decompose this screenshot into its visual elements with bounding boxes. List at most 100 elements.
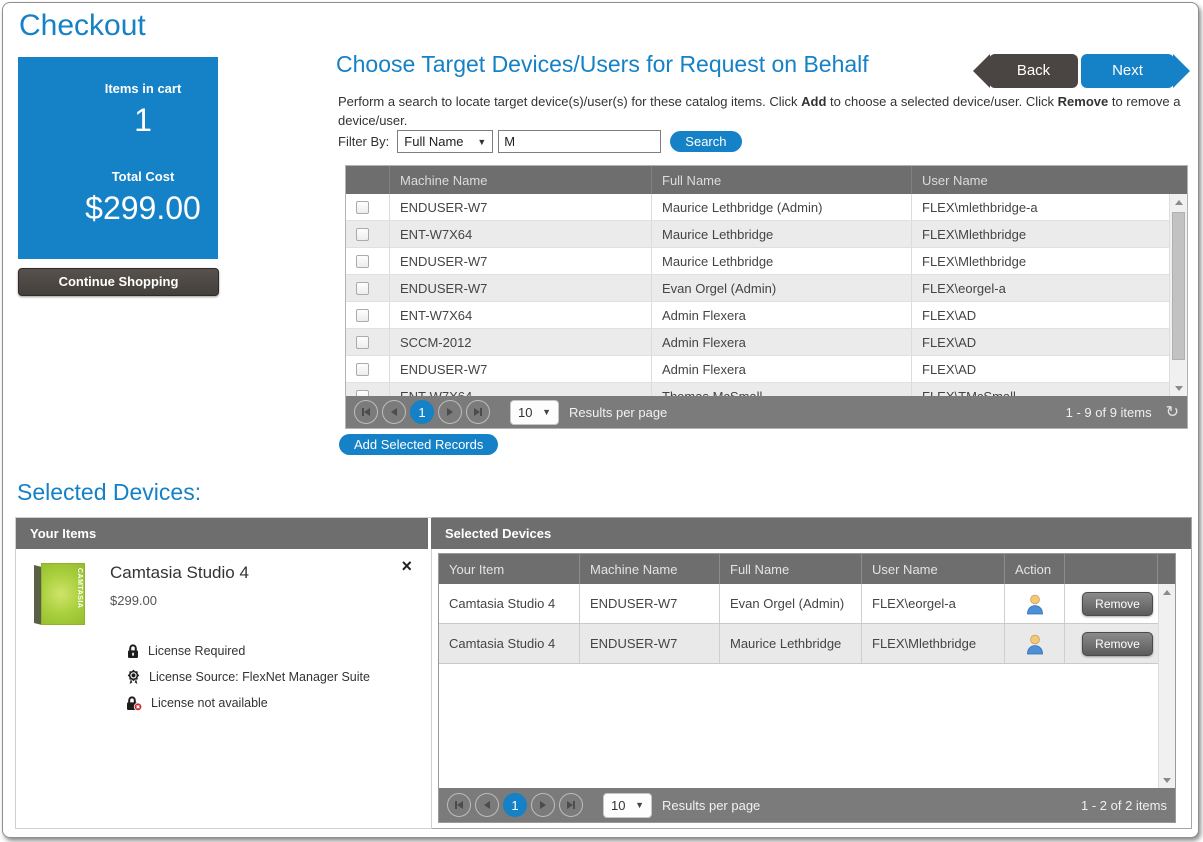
row-checkbox[interactable] xyxy=(356,309,369,322)
search-table-body: ENDUSER-W7 Maurice Lethbridge (Admin) FL… xyxy=(346,194,1187,396)
table-row: ENDUSER-W7 Evan Orgel (Admin) FLEX\eorge… xyxy=(346,275,1171,302)
search-button[interactable]: Search xyxy=(670,131,741,152)
close-icon[interactable]: × xyxy=(401,557,412,575)
search-results-table: Machine Name Full Name User Name ENDUSER… xyxy=(345,165,1188,429)
scroll-up-icon[interactable] xyxy=(1170,194,1187,210)
remove-button[interactable]: Remove xyxy=(1082,592,1153,616)
cell-machine-name: ENDUSER-W7 xyxy=(580,624,720,663)
total-cost-label: Total Cost xyxy=(78,169,208,184)
row-checkbox[interactable] xyxy=(356,390,369,397)
table-row: ENT-W7X64 Admin Flexera FLEX\AD xyxy=(346,302,1171,329)
machine-name-column-header: Machine Name xyxy=(390,166,652,194)
last-page-button[interactable] xyxy=(466,400,490,424)
scroll-up-icon[interactable] xyxy=(1159,584,1175,600)
page-size-select[interactable]: 10 ▼ xyxy=(603,793,652,818)
cell-full-name: Maurice Lethbridge (Admin) xyxy=(652,194,912,220)
vertical-scrollbar[interactable] xyxy=(1169,194,1187,396)
item-name: Camtasia Studio 4 xyxy=(110,563,249,583)
your-items-header: Your Items xyxy=(16,518,428,549)
machine-name-column-header: Machine Name xyxy=(580,554,720,584)
cell-full-name: Admin Flexera xyxy=(652,329,912,355)
row-checkbox[interactable] xyxy=(356,363,369,376)
next-page-button[interactable] xyxy=(531,793,555,817)
filter-field-select[interactable]: Full Name ▼ xyxy=(397,130,493,153)
selected-device-row: Camtasia Studio 4 ENDUSER-W7 Maurice Let… xyxy=(439,624,1160,664)
product-box-label: CAMTASIA xyxy=(76,568,83,608)
filter-by-label: Filter By: xyxy=(338,134,389,149)
cell-full-name: Maurice Lethbridge xyxy=(720,624,862,663)
current-page-button[interactable]: 1 xyxy=(410,400,434,424)
first-page-button[interactable] xyxy=(354,400,378,424)
user-name-column-header: User Name xyxy=(862,554,1005,584)
prev-page-button[interactable] xyxy=(475,793,499,817)
search-table-pager: 1 10 ▼ Results per page 1 - 9 of 9 items… xyxy=(346,396,1187,428)
user-person-icon xyxy=(1025,593,1045,615)
checkout-page: Checkout Items in cart 1 Total Cost $299… xyxy=(2,2,1199,838)
selected-devices-panel: Your Items CAMTASIA Camtasia Studio 4 $2… xyxy=(15,517,1192,829)
cell-user-name: FLEX\eorgel-a xyxy=(912,275,1171,301)
action-column-header: Action xyxy=(1005,554,1065,584)
license-required-label: License Required xyxy=(148,644,245,658)
chevron-down-icon: ▼ xyxy=(542,407,551,417)
instructions-bold-remove: Remove xyxy=(1058,94,1109,109)
your-item-column-header: Your Item xyxy=(439,554,580,584)
items-in-cart-label: Items in cart xyxy=(78,81,208,96)
continue-shopping-button[interactable]: Continue Shopping xyxy=(18,268,219,296)
license-source-label: License Source: FlexNet Manager Suite xyxy=(149,670,370,684)
filter-query-input[interactable] xyxy=(498,130,661,153)
cell-full-name: Maurice Lethbridge xyxy=(652,221,912,247)
chevron-down-icon: ▼ xyxy=(635,800,644,810)
page-size-select[interactable]: 10 ▼ xyxy=(510,400,559,425)
items-in-cart-count: 1 xyxy=(78,102,208,139)
pager-summary: 1 - 2 of 2 items xyxy=(1081,798,1167,813)
next-page-button[interactable] xyxy=(438,400,462,424)
remove-button[interactable]: Remove xyxy=(1082,632,1153,656)
cell-machine-name: ENDUSER-W7 xyxy=(390,248,652,274)
cart-summary-box: Items in cart 1 Total Cost $299.00 xyxy=(18,57,218,259)
cell-your-item: Camtasia Studio 4 xyxy=(439,584,580,623)
table-row: ENDUSER-W7 Admin Flexera FLEX\AD xyxy=(346,356,1171,383)
table-row: ENDUSER-W7 Maurice Lethbridge (Admin) FL… xyxy=(346,194,1171,221)
results-per-page-label: Results per page xyxy=(569,405,667,420)
cell-user-name: FLEX\Mlethbridge xyxy=(862,624,1005,663)
chevron-down-icon: ▼ xyxy=(477,137,486,147)
selected-device-row: Camtasia Studio 4 ENDUSER-W7 Evan Orgel … xyxy=(439,584,1160,624)
current-page-button[interactable]: 1 xyxy=(503,793,527,817)
next-button[interactable]: Next xyxy=(1081,54,1174,88)
add-selected-records-button[interactable]: Add Selected Records xyxy=(339,434,498,455)
filter-bar: Filter By: Full Name ▼ Search xyxy=(338,130,742,153)
back-button[interactable]: Back xyxy=(989,54,1078,88)
cell-machine-name: ENDUSER-W7 xyxy=(390,275,652,301)
remove-column-header xyxy=(1065,554,1158,584)
table-row: SCCM-2012 Admin Flexera FLEX\AD xyxy=(346,329,1171,356)
first-page-button[interactable] xyxy=(447,793,471,817)
selected-devices-pager: 1 10 ▼ Results per page 1 - 2 of 2 items xyxy=(439,788,1175,822)
selected-devices-table: Your Item Machine Name Full Name User Na… xyxy=(438,553,1176,823)
filter-field-value: Full Name xyxy=(404,134,477,149)
lock-unavailable-icon xyxy=(126,695,143,711)
row-checkbox[interactable] xyxy=(356,228,369,241)
cell-user-name: FLEX\mlethbridge-a xyxy=(912,194,1171,220)
cell-machine-name: ENT-W7X64 xyxy=(390,302,652,328)
scrollbar-thumb[interactable] xyxy=(1172,212,1185,360)
last-page-button[interactable] xyxy=(559,793,583,817)
scrollbar-column-header xyxy=(1158,554,1175,584)
row-checkbox[interactable] xyxy=(356,255,369,268)
table-row: ENT-W7X64 Maurice Lethbridge FLEX\Mlethb… xyxy=(346,221,1171,248)
your-items-section: Your Items CAMTASIA Camtasia Studio 4 $2… xyxy=(16,518,431,828)
prev-page-button[interactable] xyxy=(382,400,406,424)
scroll-down-icon[interactable] xyxy=(1159,772,1175,788)
cell-full-name: Maurice Lethbridge xyxy=(652,248,912,274)
refresh-icon[interactable]: ↻ xyxy=(1166,402,1179,422)
vertical-scrollbar[interactable] xyxy=(1158,584,1175,788)
row-checkbox[interactable] xyxy=(356,201,369,214)
row-checkbox[interactable] xyxy=(356,336,369,349)
cell-user-name: FLEX\AD xyxy=(912,329,1171,355)
full-name-column-header: Full Name xyxy=(720,554,862,584)
license-not-available-line: License not available xyxy=(126,695,428,711)
row-checkbox[interactable] xyxy=(356,282,369,295)
scroll-down-icon[interactable] xyxy=(1170,380,1187,396)
instructions-part1: Perform a search to locate target device… xyxy=(338,94,801,109)
results-per-page-label: Results per page xyxy=(662,798,760,813)
checkbox-column-header xyxy=(346,166,390,194)
